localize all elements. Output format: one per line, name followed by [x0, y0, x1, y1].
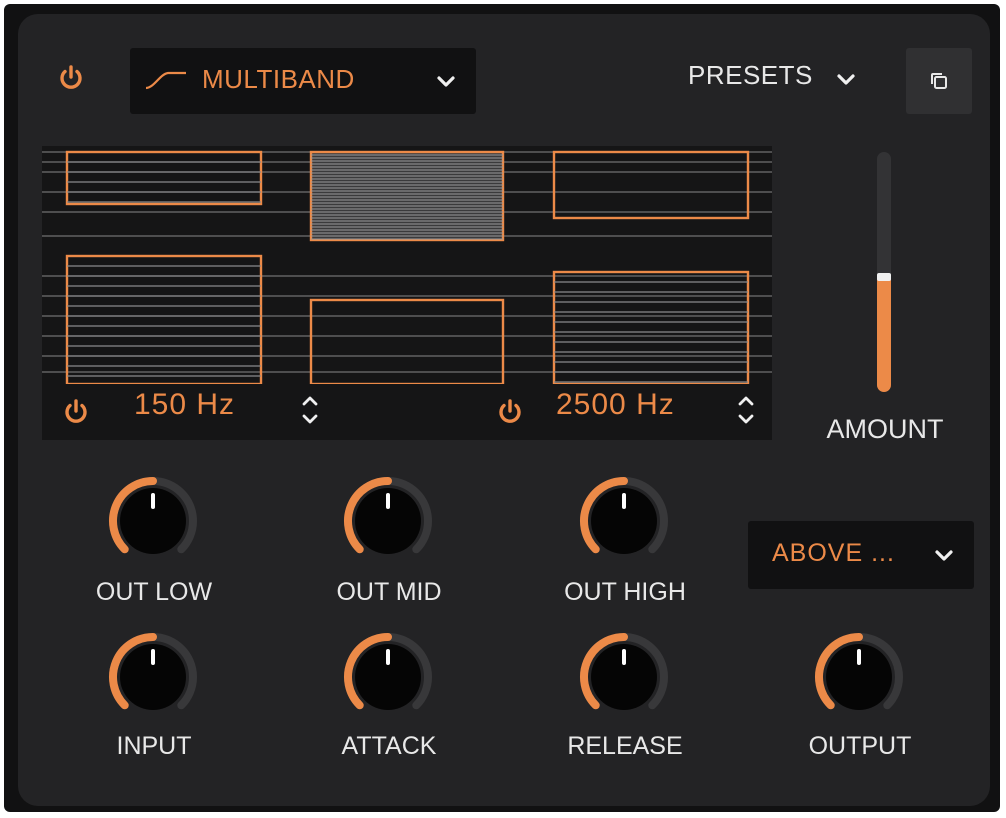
chevron-down-icon [436, 75, 456, 89]
input-label: INPUT [116, 732, 192, 760]
attack-knob[interactable] [343, 632, 433, 722]
amount-slider[interactable] [877, 152, 891, 392]
out-high-label: OUT HIGH [564, 578, 686, 606]
out-mid-knob[interactable] [343, 476, 433, 566]
out-low-knob[interactable] [108, 476, 198, 566]
copy-button[interactable] [906, 48, 972, 114]
mode-dropdown[interactable]: MULTIBAND [130, 48, 476, 114]
crossover-high-value[interactable]: 2500 Hz [556, 388, 675, 422]
band-display[interactable] [42, 146, 772, 384]
curve-icon [145, 71, 186, 90]
out-mid-label: OUT MID [336, 578, 442, 606]
detection-mode-dropdown[interactable]: ABOVE ... [748, 521, 974, 589]
up-down-stepper-icon[interactable] [736, 390, 756, 430]
release-label: RELEASE [567, 732, 683, 760]
detection-mode-label: ABOVE ... [772, 539, 895, 567]
crossover-low-power-icon[interactable] [62, 398, 90, 426]
output-label: OUTPUT [808, 732, 912, 760]
out-high-knob[interactable] [579, 476, 669, 566]
output-knob[interactable] [814, 632, 904, 722]
presets-label: PRESETS [688, 60, 813, 90]
copy-icon [931, 73, 947, 89]
attack-label: ATTACK [341, 732, 437, 760]
release-knob[interactable] [579, 632, 669, 722]
out-low-label: OUT LOW [95, 578, 213, 606]
band-block[interactable] [65, 254, 263, 384]
amount-slider-handle[interactable] [877, 273, 891, 281]
crossover-low-value[interactable]: 150 Hz [134, 388, 235, 422]
band-graph: 150 Hz 2500 Hz [42, 146, 772, 440]
amount-label: AMOUNT [826, 414, 944, 444]
crossover-high-power-icon[interactable] [496, 398, 524, 426]
up-down-stepper-icon[interactable] [300, 390, 320, 430]
module-power-icon[interactable] [57, 64, 85, 92]
input-knob[interactable] [108, 632, 198, 722]
band-block[interactable] [309, 150, 505, 242]
mode-label: MULTIBAND [202, 64, 355, 94]
chevron-down-icon [836, 73, 856, 87]
presets-dropdown[interactable]: PRESETS [688, 60, 855, 96]
band-block[interactable] [552, 270, 750, 384]
chevron-down-icon [934, 549, 954, 563]
band-block[interactable] [65, 150, 263, 206]
amount-slider-fill [877, 277, 891, 392]
